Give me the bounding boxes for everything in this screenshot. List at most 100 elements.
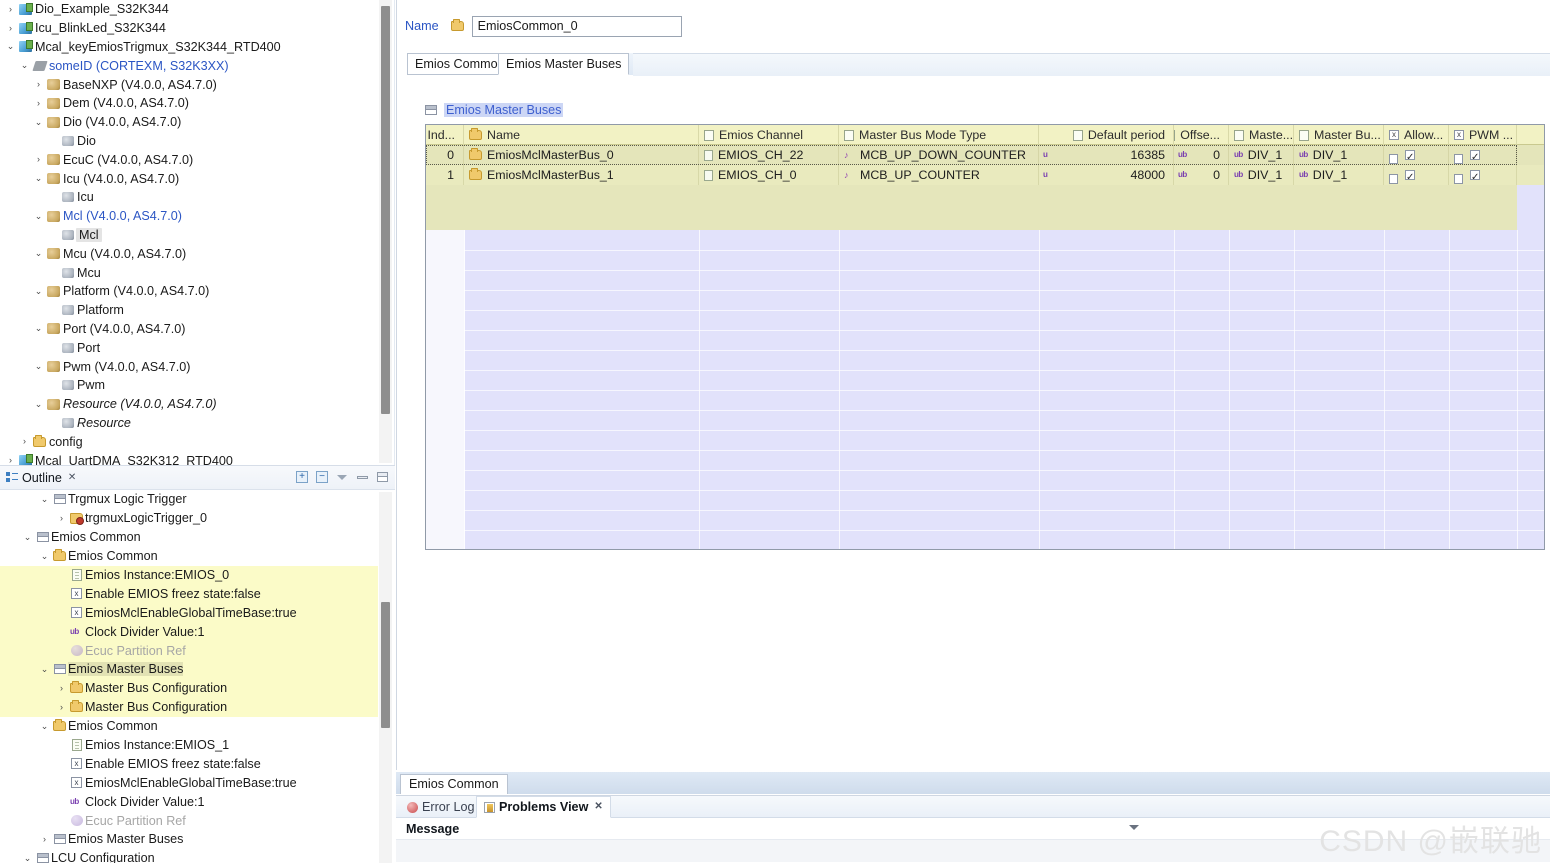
tree-item[interactable]: Icu [0, 188, 378, 207]
outline-scrollbar[interactable] [379, 492, 392, 863]
chevron-right-icon[interactable]: › [38, 834, 51, 844]
name-input[interactable] [471, 15, 682, 37]
tree-item[interactable]: ⌄ Platform (V4.0.0, AS4.7.0) [0, 282, 378, 301]
column-header-prescaler[interactable]: Maste... [1229, 125, 1294, 145]
table-header-row[interactable]: ⌃Ind... Name Emios Channel Master Bus Mode … [426, 125, 1544, 145]
outline-item[interactable]: ⌄ LCU Configuration [0, 849, 378, 863]
tree-item[interactable]: ⌄ Resource (V4.0.0, AS4.7.0) [0, 395, 378, 414]
checkbox[interactable] [1470, 148, 1480, 165]
outline-item[interactable]: Emios Instance:EMIOS_1 [0, 736, 378, 755]
column-header-channel[interactable]: Emios Channel [699, 125, 839, 145]
cell-offset[interactable]: ub 0 [1174, 165, 1229, 185]
tree-item[interactable]: ⌄ Mcal_keyEmiosTrigmux_S32K344_RTD400 [0, 38, 378, 57]
chevron-right-icon[interactable]: › [4, 456, 17, 465]
cell-mode[interactable]: ♪ MCB_UP_COUNTER [839, 165, 1039, 185]
outline-item[interactable]: Ecuc Partition Ref [0, 641, 378, 661]
chevron-right-icon[interactable]: › [4, 23, 17, 33]
tab-emios-common[interactable]: Emios Common [407, 53, 513, 75]
outline-item[interactable]: x EmiosMclEnableGlobalTimeBase:true [0, 603, 378, 623]
project-tree-scroll-thumb[interactable] [381, 6, 390, 414]
tree-item[interactable]: Port [0, 338, 378, 357]
chevron-down-icon[interactable]: ⌄ [38, 494, 51, 505]
tree-item[interactable]: ⌄ Port (V4.0.0, AS4.7.0) [0, 320, 378, 339]
tree-item[interactable]: Pwm [0, 376, 378, 395]
chevron-down-icon[interactable]: ⌄ [21, 532, 34, 543]
chevron-down-icon[interactable] [1129, 825, 1139, 830]
checkbox[interactable] [1405, 168, 1415, 185]
project-tree[interactable]: › Dio_Example_S32K344 › Icu_BlinkLed_S32K34… [0, 0, 378, 465]
chevron-down-icon[interactable]: ⌄ [4, 42, 17, 51]
cell-prescaler[interactable]: ub DIV_1 [1229, 145, 1294, 165]
tree-item[interactable]: ⌄ someID (CORTEXM, S32K3XX) [0, 56, 378, 75]
column-header-mode[interactable]: Master Bus Mode Type [839, 125, 1039, 145]
tree-item[interactable]: Resource [0, 414, 378, 433]
table-row[interactable]: 1 EmiosMclMasterBus_1 EMIOS_CH_0 ♪ MCB_UP_CO… [426, 165, 1544, 185]
project-explorer-view[interactable]: › Dio_Example_S32K344 › Icu_BlinkLed_S32K34… [0, 0, 395, 465]
outline-item[interactable]: › Emios Master Buses [0, 830, 378, 849]
chevron-down-icon[interactable]: ⌄ [38, 551, 51, 562]
outline-item[interactable]: › trgmuxLogicTrigger_0 [0, 509, 378, 528]
cell-index[interactable]: 0 [426, 145, 464, 165]
chevron-down-icon[interactable]: ⌄ [32, 362, 45, 371]
cell-allow[interactable] [1384, 165, 1449, 185]
tree-item[interactable]: › config [0, 432, 378, 451]
chevron-right-icon[interactable]: › [32, 80, 45, 89]
tree-item[interactable]: Mcu [0, 263, 378, 282]
expand-all-icon[interactable]: + [295, 470, 309, 484]
outline-item[interactable]: x Enable EMIOS freez state:false [0, 754, 378, 773]
editor-page-tab-emios-common[interactable]: Emios Common [400, 774, 508, 794]
tree-item[interactable]: › Mcal_UartDMA_S32K312_RTD400 [0, 451, 378, 465]
tree-item[interactable]: › EcuC (V4.0.0, AS4.7.0) [0, 150, 378, 169]
cell-index[interactable]: 1 [426, 165, 464, 185]
tree-item[interactable]: ⌄ Mcu (V4.0.0, AS4.7.0) [0, 244, 378, 263]
outline-item[interactable]: › Master Bus Configuration [0, 678, 378, 698]
tab-error-log[interactable]: Error Log [400, 796, 482, 818]
outline-scroll-thumb[interactable] [381, 602, 390, 728]
tree-item[interactable]: ⌄ Mcl (V4.0.0, AS4.7.0) [0, 207, 378, 226]
cell-pwm[interactable] [1449, 145, 1517, 165]
outline-item[interactable]: Emios Instance:EMIOS_0 [0, 565, 378, 585]
chevron-down-icon[interactable]: ⌄ [32, 249, 45, 258]
column-header-index[interactable]: ⌃Ind... [426, 125, 464, 145]
tree-item[interactable]: › Dio_Example_S32K344 [0, 0, 378, 19]
outline-tree[interactable]: ⌄ Trgmux Logic Trigger › trgmuxLogicTrigger… [0, 490, 378, 863]
cell-channel[interactable]: EMIOS_CH_0 [699, 165, 839, 185]
chevron-down-icon[interactable]: ⌄ [32, 117, 45, 127]
outline-item[interactable]: ⌄ Emios Common [0, 528, 378, 547]
outline-item[interactable]: ⌄ Emios Common [0, 547, 378, 566]
emios-master-buses-table[interactable]: ⌃Ind... Name Emios Channel Master Bus Mode … [425, 124, 1545, 550]
cell-channel[interactable]: EMIOS_CH_22 [699, 145, 839, 165]
project-tree-scrollbar[interactable] [379, 0, 392, 463]
chevron-right-icon[interactable]: › [18, 437, 31, 446]
checkbox[interactable] [1405, 148, 1415, 165]
cell-allow[interactable] [1384, 145, 1449, 165]
chevron-down-icon[interactable]: ⌄ [38, 664, 51, 675]
column-header-period[interactable]: Default period [1039, 125, 1174, 145]
tree-item[interactable]: › Dem (V4.0.0, AS4.7.0) [0, 94, 378, 113]
tree-item[interactable]: ⌄ Pwm (V4.0.0, AS4.7.0) [0, 357, 378, 376]
tree-item[interactable]: › BaseNXP (V4.0.0, AS4.7.0) [0, 75, 378, 94]
tab-problems-view[interactable]: Problems View ✕ [476, 796, 611, 818]
cell-prescaler2[interactable]: ub DIV_1 [1294, 145, 1384, 165]
chevron-down-icon[interactable]: ⌄ [21, 853, 34, 863]
tree-item[interactable]: ⌄ Icu (V4.0.0, AS4.7.0) [0, 169, 378, 188]
tree-item[interactable]: Mcl [0, 226, 378, 245]
column-header-pwm[interactable]: x PWM ... [1449, 125, 1517, 145]
table-body[interactable]: 0 EmiosMclMasterBus_0 EMIOS_CH_22 ♪ MCB_UP_D… [426, 145, 1544, 549]
close-icon[interactable]: ✕ [594, 796, 602, 818]
cell-name[interactable]: EmiosMclMasterBus_1 [464, 165, 699, 185]
cell-period[interactable]: u 16385 [1039, 145, 1174, 165]
outline-item[interactable]: Ecuc Partition Ref [0, 811, 378, 830]
chevron-right-icon[interactable]: › [32, 98, 45, 108]
view-menu-icon[interactable] [335, 470, 349, 484]
outline-item[interactable]: x EmiosMclEnableGlobalTimeBase:true [0, 773, 378, 792]
chevron-down-icon[interactable]: ⌄ [18, 61, 31, 70]
chevron-down-icon[interactable]: ⌄ [32, 174, 45, 183]
chevron-right-icon[interactable]: › [55, 683, 68, 693]
tree-item[interactable]: › Icu_BlinkLed_S32K344 [0, 19, 378, 38]
chevron-right-icon[interactable]: › [32, 155, 45, 164]
chevron-down-icon[interactable]: ⌄ [32, 399, 45, 409]
checkbox[interactable] [1470, 168, 1480, 185]
chevron-down-icon[interactable]: ⌄ [32, 211, 45, 221]
cell-mode[interactable]: ♪ MCB_UP_DOWN_COUNTER [839, 145, 1039, 165]
